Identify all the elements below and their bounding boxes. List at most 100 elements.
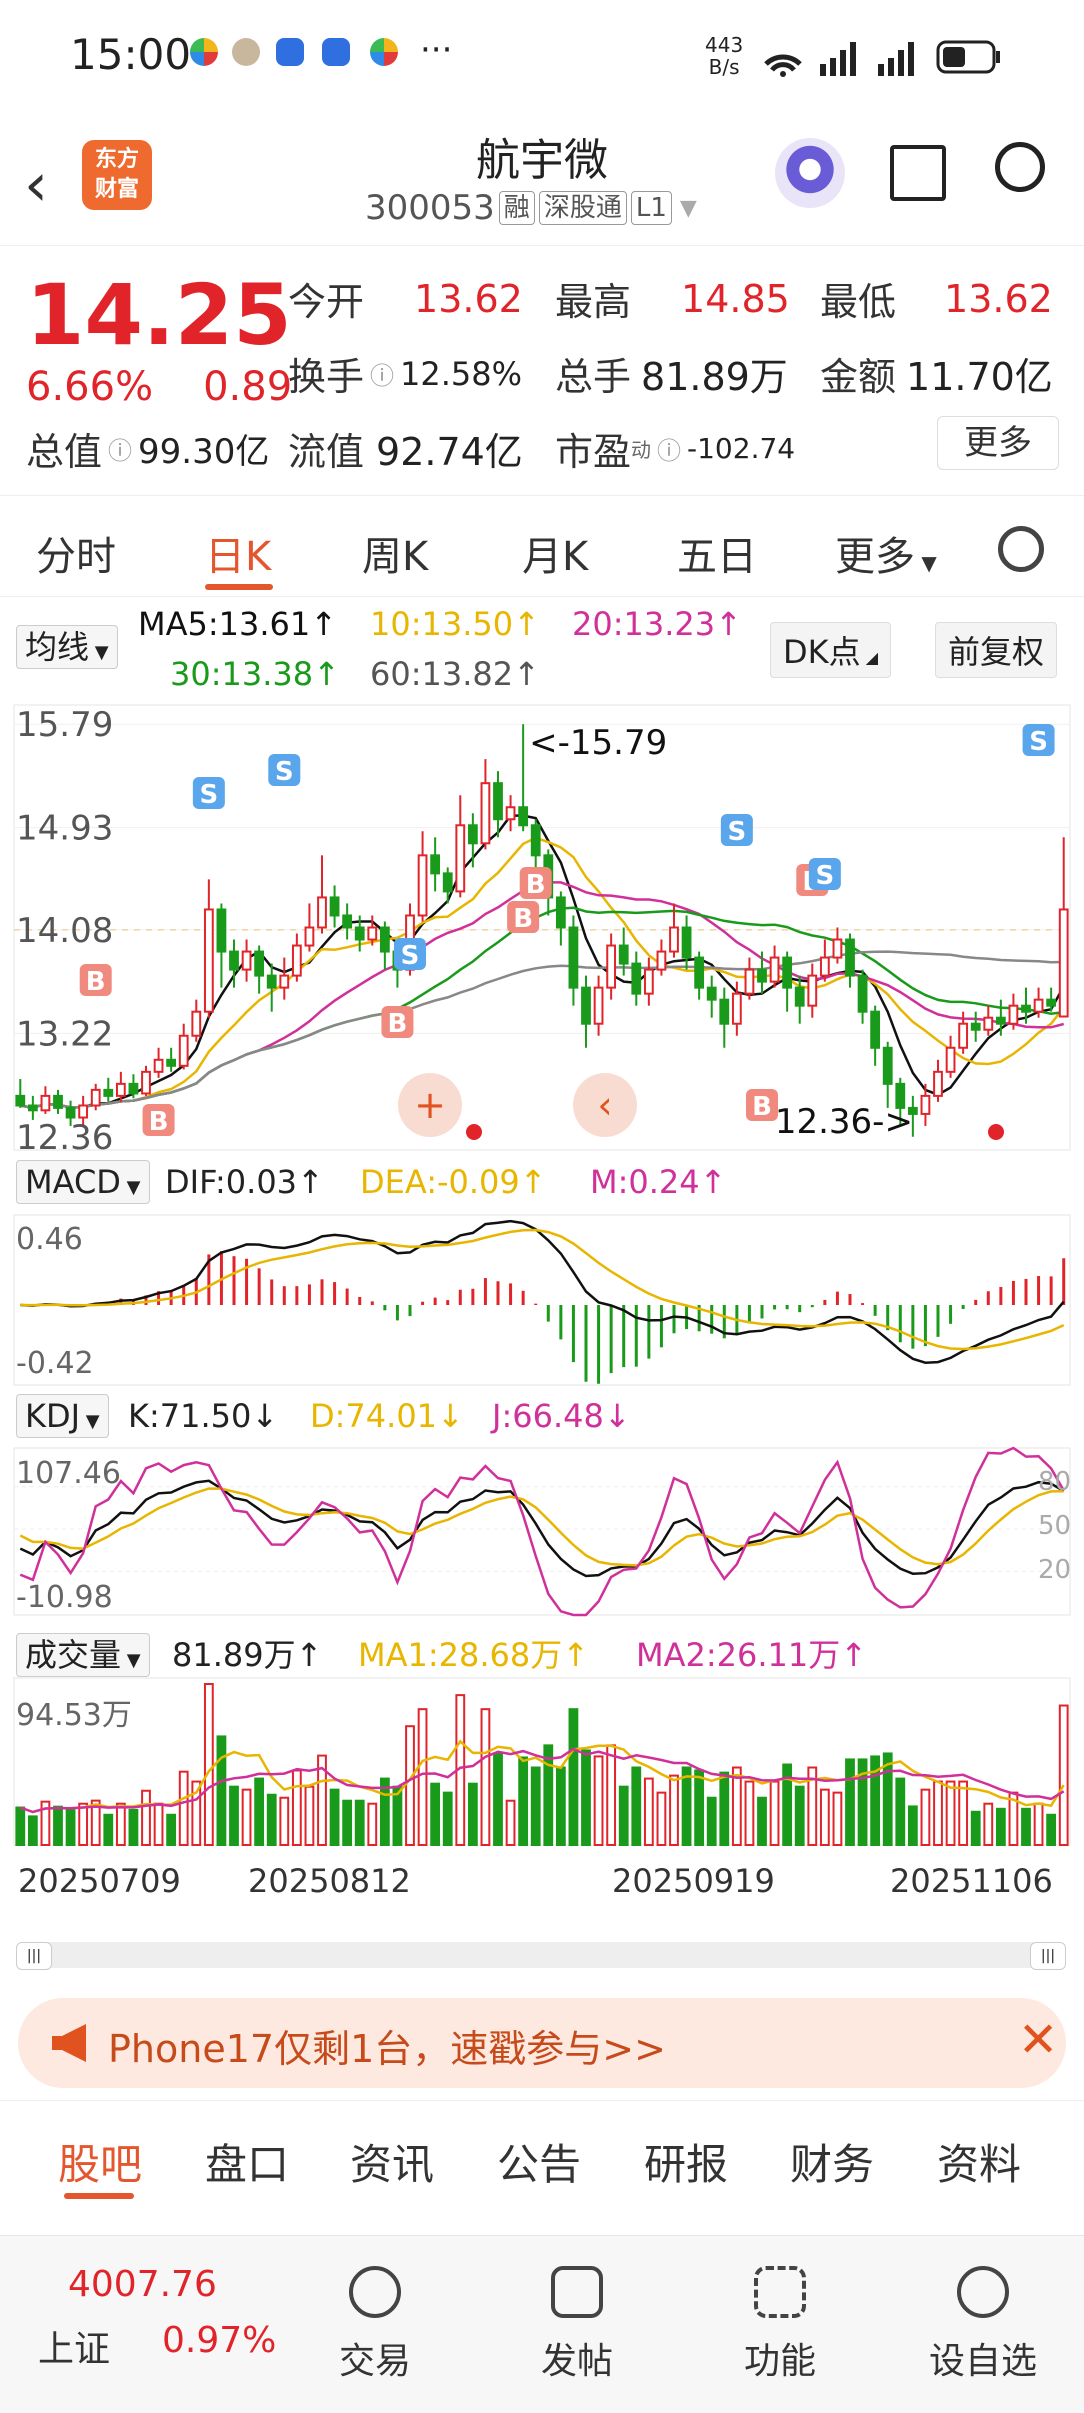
volume-bar xyxy=(505,1799,516,1847)
volume-bar xyxy=(618,1785,629,1846)
range-right-handle[interactable]: ||| xyxy=(1030,1942,1066,1970)
macd-y-top: 0.46 xyxy=(16,1222,83,1257)
volume-bar xyxy=(719,1771,730,1847)
volume-bar xyxy=(970,1810,981,1847)
more-icon xyxy=(957,2266,1009,2318)
candle-body xyxy=(757,968,767,983)
volume-bar xyxy=(279,1796,290,1846)
macd-dif: DIF:0.03↑ xyxy=(165,1163,324,1201)
volume-ma1-line xyxy=(19,1739,1065,1814)
volume-bar xyxy=(329,1788,340,1847)
range-scrollbar[interactable]: ||| ||| xyxy=(16,1942,1066,1970)
candle-body xyxy=(354,926,365,941)
volume-bar xyxy=(15,1806,26,1846)
volume-selector[interactable]: 成交量 ▼ xyxy=(16,1630,150,1677)
candle-body xyxy=(857,974,868,1013)
volume-bar xyxy=(907,1805,918,1846)
tab-finance[interactable]: 财务 xyxy=(790,2131,874,2192)
volume-bar xyxy=(706,1796,717,1846)
post-button[interactable]: 发帖 xyxy=(502,2266,652,2384)
tab-orderbook[interactable]: 盘口 xyxy=(205,2131,289,2192)
volume-bar xyxy=(518,1756,529,1846)
candle-body xyxy=(719,998,730,1025)
add-watchlist-button[interactable]: 设自选 xyxy=(908,2266,1058,2384)
macd-selector[interactable]: MACD ▼ xyxy=(16,1160,150,1204)
trade-icon xyxy=(349,2266,401,2318)
candle-body xyxy=(845,938,855,977)
promo-banner[interactable]: Phone17仅剩1台，速戳参与>> ✕ xyxy=(18,1998,1066,2088)
volume-bar xyxy=(681,1766,692,1847)
tab-profile[interactable]: 资料 xyxy=(937,2131,1021,2192)
volume-bar xyxy=(354,1799,365,1847)
tab-news[interactable]: 资讯 xyxy=(350,2131,434,2192)
candle-body xyxy=(40,1094,51,1112)
kline-y-label: 14.08 xyxy=(16,911,113,951)
candle-body xyxy=(27,1104,38,1112)
volume-bar xyxy=(203,1683,214,1846)
candle-body xyxy=(417,854,428,917)
candle-body xyxy=(65,1106,76,1119)
volume-bar xyxy=(405,1725,415,1846)
candle-body xyxy=(128,1082,139,1095)
volume-bar xyxy=(115,1802,126,1846)
candle-body xyxy=(882,1046,893,1085)
candle-body xyxy=(90,1088,101,1107)
chart-control-icon: ‹ xyxy=(597,1083,612,1127)
candle-body xyxy=(379,926,390,953)
candle-body xyxy=(631,962,642,995)
volume-bar xyxy=(669,1774,679,1846)
candle-body xyxy=(342,914,353,929)
volume-bar xyxy=(493,1752,503,1846)
volume-bar xyxy=(631,1766,642,1847)
volume-value: 81.89万↑ xyxy=(172,1636,323,1674)
volume-bar xyxy=(103,1813,114,1846)
close-icon[interactable]: ✕ xyxy=(1018,2012,1058,2068)
index-change: 0.97% xyxy=(162,2320,277,2361)
volume-bar xyxy=(920,1788,931,1847)
candle-body xyxy=(593,986,604,1025)
date-label: 20251106 xyxy=(890,1862,1053,1900)
kline-y-label: 13.22 xyxy=(16,1014,113,1054)
volume-bar xyxy=(606,1744,617,1847)
volume-bar xyxy=(568,1708,579,1846)
index-value[interactable]: 4007.76 xyxy=(68,2264,217,2305)
volume-bar xyxy=(367,1802,378,1846)
tab-announcements[interactable]: 公告 xyxy=(497,2131,581,2192)
promo-text: Phone17仅剩1台，速戳参与>> xyxy=(108,2027,666,2071)
volume-bar xyxy=(467,1782,478,1847)
kdj-j: J:66.48↓ xyxy=(492,1397,631,1435)
candle-body xyxy=(807,974,818,1007)
tab-forum[interactable]: 股吧 xyxy=(58,2131,142,2192)
candle-body xyxy=(1033,998,1044,1013)
volume-bar xyxy=(933,1780,943,1846)
candle-body xyxy=(430,854,441,875)
functions-button[interactable]: 功能 xyxy=(705,2266,855,2384)
candle-body xyxy=(958,1022,969,1049)
volume-bar xyxy=(895,1777,906,1847)
candle-body xyxy=(643,968,654,995)
volume-ma1: MA1:28.68万↑ xyxy=(358,1636,590,1674)
kdj-selector[interactable]: KDJ ▼ xyxy=(16,1394,109,1438)
candle-body xyxy=(606,944,617,989)
trade-button[interactable]: 交易 xyxy=(300,2266,450,2384)
candle-body xyxy=(291,944,302,977)
tab-research[interactable]: 研报 xyxy=(644,2131,728,2192)
volume-bar xyxy=(266,1793,277,1847)
candle-body xyxy=(178,1034,189,1067)
volume-bar xyxy=(27,1815,38,1846)
candle-body xyxy=(945,1046,956,1073)
volume-bar xyxy=(543,1744,554,1847)
volume-bar xyxy=(1033,1802,1044,1846)
kdj-k-line xyxy=(19,1479,1065,1578)
candle-body xyxy=(832,938,843,959)
ma30-line xyxy=(20,906,1064,1110)
candle-body xyxy=(115,1082,126,1097)
volume-bar xyxy=(945,1780,956,1846)
sell-marker-label: S xyxy=(727,817,746,847)
range-left-handle[interactable]: ||| xyxy=(16,1942,52,1970)
macd-dif-line xyxy=(20,1219,1065,1364)
volume-bar xyxy=(141,1789,151,1847)
kdj-d: D:74.01↓ xyxy=(310,1397,464,1435)
kdj-y-bottom: -10.98 xyxy=(16,1580,113,1615)
kline-y-label: 14.93 xyxy=(16,809,113,849)
